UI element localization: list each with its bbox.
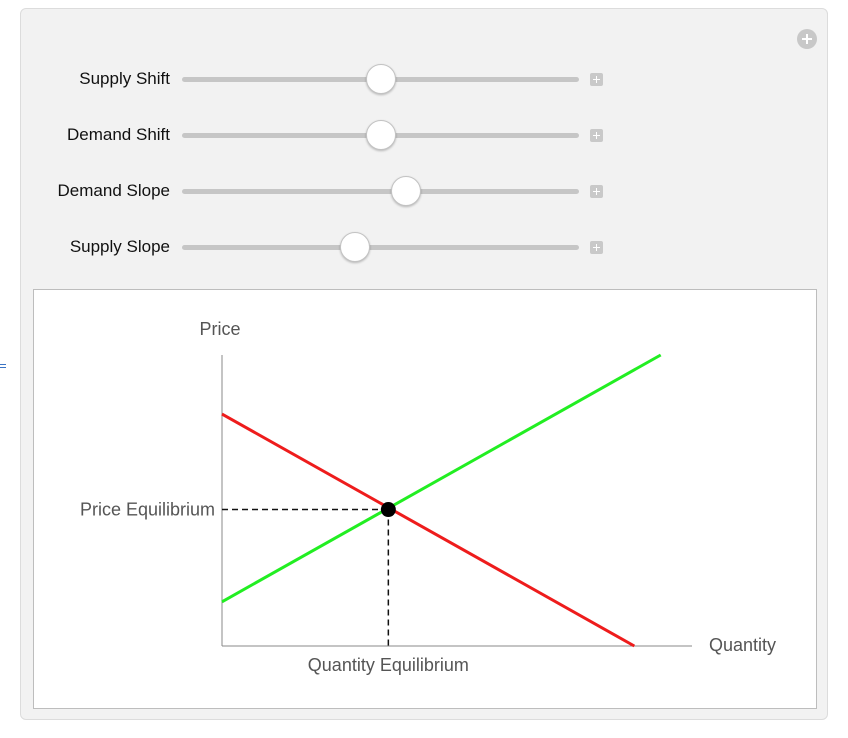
supply-line	[221, 353, 662, 604]
demand-slope-slider-track[interactable]	[182, 189, 579, 194]
plus-square-icon[interactable]	[590, 73, 603, 86]
price-equilibrium-label: Price Equilibrium	[80, 500, 215, 520]
supply-slope-slider-track[interactable]	[182, 245, 579, 250]
plus-square-icon[interactable]	[590, 241, 603, 254]
demand-shift-slider-thumb[interactable]	[365, 120, 396, 150]
supply-slope-slider-thumb[interactable]	[339, 232, 370, 262]
supply-shift-label: Supply Shift	[79, 69, 170, 88]
plot-area: Price Quantity Price Equilibrium Quantity E…	[33, 289, 817, 709]
supply-shift-slider-thumb[interactable]	[365, 64, 396, 94]
plus-square-icon[interactable]	[590, 129, 603, 142]
demand-line	[221, 412, 636, 648]
y-axis-label: Price	[199, 319, 240, 339]
quantity-equilibrium-label: Quantity Equilibrium	[308, 655, 469, 675]
x-axis-label: Quantity	[709, 635, 776, 655]
supply-demand-chart: Price Quantity Price Equilibrium Quantity E…	[80, 319, 776, 675]
equilibrium-point	[380, 502, 396, 518]
demand-shift-label: Demand Shift	[67, 125, 170, 144]
supply-slope-label: Supply Slope	[69, 237, 170, 256]
equals-icon	[0, 362, 6, 370]
plus-circle-icon[interactable]	[797, 29, 817, 49]
plus-square-icon[interactable]	[590, 185, 603, 198]
demand-slope-label: Demand Slope	[57, 181, 170, 200]
